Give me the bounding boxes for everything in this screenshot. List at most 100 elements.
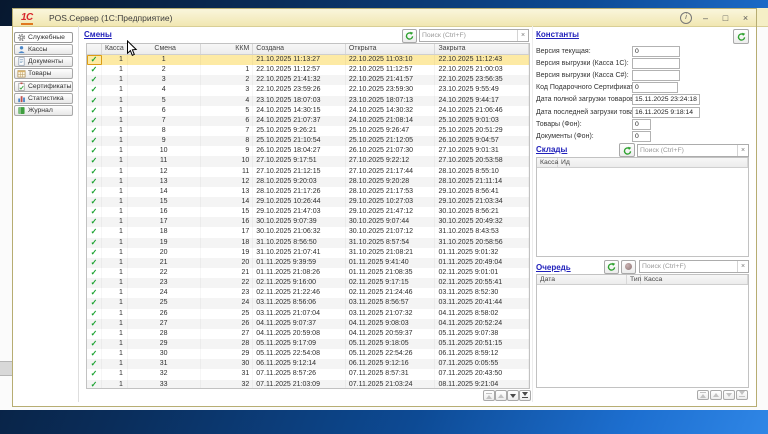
row-check-cell[interactable]: ✓ xyxy=(87,339,102,349)
cell-kassa[interactable]: 1 xyxy=(102,116,128,126)
row-check-cell[interactable]: ✓ xyxy=(87,298,102,308)
cell-closed[interactable]: 02.11.2025 20:55:41 xyxy=(435,278,529,288)
cell-kkm[interactable]: 16 xyxy=(201,217,254,227)
cell-opened[interactable]: 30.10.2025 21:07:12 xyxy=(346,227,436,237)
cell-kassa[interactable]: 1 xyxy=(102,258,128,268)
maximize-button[interactable]: □ xyxy=(719,12,732,24)
cell-kkm[interactable]: 2 xyxy=(201,75,254,85)
cell-created[interactable]: 25.10.2025 21:10:54 xyxy=(253,136,346,146)
cell-kassa[interactable]: 1 xyxy=(102,369,128,379)
cell-created[interactable]: 02.11.2025 21:22:46 xyxy=(253,288,346,298)
constants-title[interactable]: Константы xyxy=(536,30,579,39)
cell-kkm[interactable]: 4 xyxy=(201,96,254,106)
constants-refresh-button[interactable] xyxy=(733,28,749,44)
cell-smena[interactable]: 26 xyxy=(128,309,201,319)
close-button[interactable]: × xyxy=(739,12,752,24)
cell-smena[interactable]: 18 xyxy=(128,227,201,237)
table-row[interactable]: ✓ 1 30 29 05.11.2025 22:54:08 05.11.2025 22:5… xyxy=(87,349,529,359)
sidebar-item-statistics[interactable]: Статистика xyxy=(14,93,73,104)
cell-opened[interactable]: 27.10.2025 9:22:12 xyxy=(346,156,436,166)
cell-smena[interactable]: 6 xyxy=(128,106,201,116)
cell-created[interactable]: 28.10.2025 21:17:26 xyxy=(253,187,346,197)
cell-created[interactable]: 29.10.2025 10:26:44 xyxy=(253,197,346,207)
cell-kassa[interactable]: 1 xyxy=(102,329,128,339)
warehouses-title[interactable]: Склады xyxy=(536,145,567,154)
column-header-kassa[interactable]: Касса xyxy=(102,44,128,54)
row-check-cell[interactable]: ✓ xyxy=(87,126,102,136)
cell-created[interactable]: 22.10.2025 21:41:32 xyxy=(253,75,346,85)
row-check-cell[interactable]: ✓ xyxy=(87,359,102,369)
cell-closed[interactable]: 26.10.2025 9:04:57 xyxy=(435,136,529,146)
cell-smena[interactable]: 23 xyxy=(128,278,201,288)
queue-stop-button[interactable] xyxy=(621,259,636,274)
row-check-cell[interactable]: ✓ xyxy=(87,329,102,339)
row-check-cell[interactable]: ✓ xyxy=(87,278,102,288)
cell-opened[interactable]: 22.10.2025 23:59:30 xyxy=(346,85,436,95)
row-check-cell[interactable]: ✓ xyxy=(87,349,102,359)
cell-created[interactable]: 28.10.2025 9:20:03 xyxy=(253,177,346,187)
cell-kkm[interactable]: 23 xyxy=(201,288,254,298)
cell-smena[interactable]: 24 xyxy=(128,288,201,298)
cell-closed[interactable]: 04.11.2025 20:52:24 xyxy=(435,319,529,329)
row-check-cell[interactable]: ✓ xyxy=(87,319,102,329)
row-check-cell[interactable]: ✓ xyxy=(87,309,102,319)
cell-closed[interactable]: 28.10.2025 21:11:14 xyxy=(435,177,529,187)
table-row[interactable]: ✓ 1 28 27 04.11.2025 20:59:08 04.11.2025 20:5… xyxy=(87,329,529,339)
table-row[interactable]: ✓ 1 10 9 26.10.2025 18:04:27 26.10.2025 21:07… xyxy=(87,146,529,156)
constants-field-input[interactable] xyxy=(632,82,678,93)
cell-created[interactable]: 04.11.2025 20:59:08 xyxy=(253,329,346,339)
cell-closed[interactable]: 27.10.2025 20:53:58 xyxy=(435,156,529,166)
cell-opened[interactable]: 24.10.2025 14:30:32 xyxy=(346,106,436,116)
cell-created[interactable]: 30.10.2025 21:06:32 xyxy=(253,227,346,237)
cell-closed[interactable]: 28.10.2025 8:55:10 xyxy=(435,167,529,177)
cell-closed[interactable]: 24.10.2025 21:06:46 xyxy=(435,106,529,116)
cell-closed[interactable]: 05.11.2025 9:07:38 xyxy=(435,329,529,339)
row-check-cell[interactable]: ✓ xyxy=(87,156,102,166)
cell-closed[interactable]: 05.11.2025 20:51:15 xyxy=(435,339,529,349)
cell-opened[interactable]: 04.11.2025 9:08:03 xyxy=(346,319,436,329)
table-row[interactable]: ✓ 1 5 4 23.10.2025 18:07:03 23.10.2025 18:07:… xyxy=(87,95,529,106)
cell-kkm[interactable]: 7 xyxy=(201,126,254,136)
go-last-button[interactable] xyxy=(519,390,531,401)
cell-kkm[interactable]: 28 xyxy=(201,339,254,349)
table-row[interactable]: ✓ 1 12 11 27.10.2025 21:12:15 27.10.2025 21:1… xyxy=(87,167,529,177)
cell-opened[interactable]: 05.11.2025 22:54:26 xyxy=(346,349,436,359)
cell-created[interactable]: 25.10.2025 9:26:21 xyxy=(253,126,346,136)
row-check-cell[interactable]: ✓ xyxy=(87,65,102,75)
table-row[interactable]: ✓ 1 16 15 29.10.2025 21:47:03 29.10.2025 21:4… xyxy=(87,207,529,217)
row-check-cell[interactable]: ✓ xyxy=(87,106,102,116)
cell-smena[interactable]: 9 xyxy=(128,136,201,146)
table-row[interactable]: ✓ 1 4 3 22.10.2025 23:59:26 22.10.2025 23:59:… xyxy=(87,85,529,95)
cell-kassa[interactable]: 1 xyxy=(102,146,128,156)
row-check-cell[interactable]: ✓ xyxy=(87,136,102,146)
cell-kassa[interactable]: 1 xyxy=(102,136,128,146)
row-check-cell[interactable]: ✓ xyxy=(87,380,102,389)
table-row[interactable]: ✓ 1 19 18 31.10.2025 8:56:50 31.10.2025 8:57:… xyxy=(87,237,529,248)
cell-kassa[interactable]: 1 xyxy=(102,217,128,227)
constants-field-input[interactable] xyxy=(632,106,700,118)
cell-kassa[interactable]: 1 xyxy=(102,248,128,258)
cell-closed[interactable]: 02.11.2025 9:01:01 xyxy=(435,268,529,278)
column-header-created[interactable]: Создана xyxy=(253,44,346,54)
cell-kkm[interactable]: 18 xyxy=(201,238,254,248)
cell-opened[interactable]: 01.11.2025 21:08:35 xyxy=(346,268,436,278)
cell-created[interactable]: 24.10.2025 14:30:15 xyxy=(253,106,346,116)
cell-created[interactable]: 01.11.2025 9:39:59 xyxy=(253,258,346,268)
cell-smena[interactable]: 8 xyxy=(128,126,201,136)
go-first-button[interactable] xyxy=(697,389,709,400)
constants-field-input[interactable] xyxy=(632,131,651,142)
cell-opened[interactable]: 02.11.2025 21:24:46 xyxy=(346,288,436,298)
row-check-cell[interactable]: ✓ xyxy=(87,197,102,207)
table-row[interactable]: ✓ 1 11 10 27.10.2025 9:17:51 27.10.2025 9:22:… xyxy=(87,156,529,167)
sidebar-item-cashbox[interactable]: Кассы xyxy=(14,44,73,55)
table-row[interactable]: ✓ 1 33 32 07.11.2025 21:03:09 07.11.2025 21:0… xyxy=(87,379,529,389)
column-header-smena[interactable]: Смена xyxy=(128,44,201,54)
cell-created[interactable]: 23.10.2025 18:07:03 xyxy=(253,96,346,106)
cell-closed[interactable]: 29.10.2025 21:03:34 xyxy=(435,197,529,207)
shifts-title[interactable]: Смены xyxy=(84,30,112,39)
row-check-cell[interactable]: ✓ xyxy=(87,227,102,237)
cell-kkm[interactable]: 31 xyxy=(201,369,254,379)
column-header-1[interactable]: Ид xyxy=(558,158,748,167)
cell-created[interactable]: 03.11.2025 21:07:04 xyxy=(253,309,346,319)
cell-kkm[interactable]: 9 xyxy=(201,146,254,156)
